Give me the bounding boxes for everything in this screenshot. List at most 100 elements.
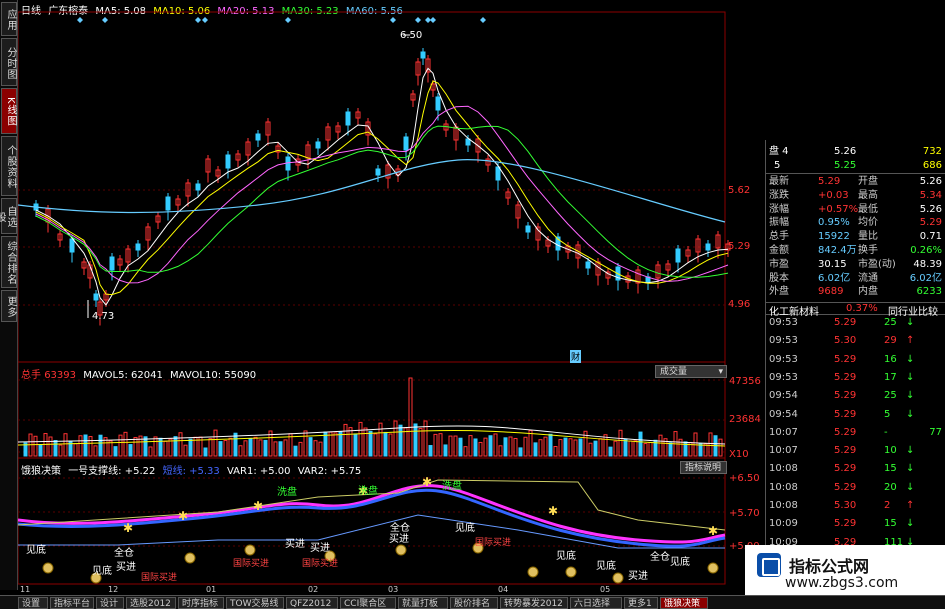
signal-maijin: 买进 — [116, 562, 136, 573]
volume-indicator-dropdown[interactable]: 成交量 ▾ — [655, 365, 727, 378]
month-tick: 04 — [498, 585, 509, 594]
signal-maijin: 买进 — [389, 534, 409, 545]
quote-value2: 0.71 — [919, 231, 942, 243]
tab-kline[interactable]: K线图 — [1, 88, 17, 134]
tab-app[interactable]: 应用 — [1, 2, 17, 36]
volume-bar — [718, 438, 723, 457]
volume-bar — [133, 436, 138, 457]
indicator-tab[interactable]: 设计 — [96, 597, 124, 609]
volume-bar — [483, 437, 488, 457]
volume-bar — [628, 440, 633, 457]
candle-body — [255, 133, 261, 141]
indicator-tab[interactable]: 转势暴发2012 — [500, 597, 568, 609]
indicator-tab[interactable]: 设置 — [18, 597, 48, 609]
volume-bar — [273, 441, 278, 457]
indicator-tab[interactable]: 就量打板 — [398, 597, 448, 609]
signal-guoji: 国际买进 — [302, 559, 339, 569]
finance-marker[interactable]: 财 — [570, 350, 582, 363]
arrow-down-icon: ↓ — [906, 481, 915, 493]
watermark-title: 指标公式网 — [789, 557, 870, 576]
indicator-tab[interactable]: 时序指标 — [178, 597, 224, 609]
candle-body — [109, 256, 115, 271]
volume-bar — [613, 440, 618, 457]
indicator-tab[interactable]: 六日选择 — [570, 597, 622, 609]
logo-icon — [757, 553, 781, 577]
tick-time: 10:07 — [769, 445, 798, 457]
volume-bar — [548, 433, 553, 457]
signal-maijin: 买进 — [628, 571, 648, 582]
kline-chart[interactable]: ✱✱✱✱✱✱✱ — [18, 0, 765, 595]
quote-label2: 内盘 — [858, 286, 878, 298]
tab-more[interactable]: 更多 — [1, 290, 17, 322]
quote-value2: 0.26% — [910, 245, 942, 256]
volume-bar — [38, 444, 43, 457]
volume-bar — [283, 439, 288, 457]
volume-bar — [63, 433, 68, 457]
industry-bar: 化工新材料 0.37% 同行业比较 — [766, 302, 945, 318]
signal-diamond-icon — [480, 17, 486, 23]
quote-label2: 开盘 — [858, 176, 878, 187]
candle-body — [225, 154, 231, 169]
support-line-label: 一号支撑线: +5.22 — [68, 466, 156, 477]
star-marker-icon: ✱ — [253, 499, 263, 513]
volume-bar — [708, 432, 713, 457]
indicator-tab[interactable]: TOW交易线 — [226, 597, 284, 609]
mavol10-label: MAVOL10: 55090 — [170, 370, 257, 381]
volume-bar — [298, 441, 303, 457]
indicator-header: 饿狼决策 一号支撑线: +5.22 短线: +5.33 VAR1: +5.00 … — [21, 462, 361, 477]
order-book-row: 5 5.25 686 — [774, 160, 942, 171]
signal-diamond-icon — [285, 17, 291, 23]
month-tick: 01 — [206, 585, 217, 594]
star-marker-icon: ✱ — [548, 504, 558, 518]
volume-bar — [463, 446, 468, 457]
signal-guoji: 国际买进 — [233, 559, 270, 569]
quote-value: +0.57% — [818, 203, 859, 215]
volume-bar — [68, 440, 73, 457]
volume-bar — [608, 446, 613, 457]
volume-bar — [358, 421, 363, 457]
tick-time: 09:53 — [769, 353, 798, 365]
indicator-tab[interactable]: 饿狼决策 — [660, 597, 708, 609]
bottom-indicator-tabs: 设置 指标平台 设计 选股2012 时序指标 TOW交易线 QFZ2012 CCI聚合区 就量打… — [0, 595, 945, 609]
industry-compare-link[interactable]: 同行业比较 — [888, 303, 938, 318]
volume-bar — [343, 423, 348, 457]
quote-value2: 48.39 — [913, 258, 942, 270]
short-line-label: 短线: +5.33 — [162, 466, 220, 477]
tick-time: 10:08 — [769, 500, 798, 511]
indicator-tab[interactable]: CCI聚合区 — [340, 597, 396, 609]
signal-maijin: 买进 — [285, 539, 305, 550]
tick-time: 09:53 — [769, 335, 798, 347]
volume-bar — [333, 432, 338, 457]
indicator-tab[interactable]: 更多1 — [624, 597, 658, 609]
quote-value: 30.15 — [818, 258, 847, 270]
indicator-explain-button[interactable]: 指标说明 — [680, 461, 727, 474]
signal-guoji: 国际买进 — [141, 573, 178, 583]
signal-quancang: 全仓 — [114, 548, 134, 559]
tab-watchlist[interactable]: 自选股 — [0, 198, 17, 234]
tick-price: 5.29 — [834, 353, 857, 365]
quote-label2: 换手 — [858, 245, 878, 256]
candle-body — [403, 136, 409, 151]
volume-bar — [203, 447, 208, 457]
indicator-tab[interactable]: 股价排名 — [450, 597, 498, 609]
ma20-line — [35, 105, 729, 284]
ind-tick-2: +5.70 — [729, 508, 760, 519]
volume-bar — [453, 435, 458, 457]
tab-intraday[interactable]: 分时图 — [1, 38, 17, 86]
indicator-tab[interactable]: 选股2012 — [126, 597, 176, 609]
volume-bar — [458, 437, 463, 457]
tab-stock-info[interactable]: 个股资料 — [1, 136, 17, 196]
price-tick-1: 5.62 — [728, 185, 751, 196]
quote-label: 金额 — [769, 245, 789, 256]
tick-volume: 15 — [884, 463, 897, 475]
indicator-tab[interactable]: 指标平台 — [50, 597, 94, 609]
tick-volume: 15 — [884, 518, 897, 530]
star-marker-icon: ✱ — [123, 521, 133, 535]
tab-ranking[interactable]: 综合排名 — [1, 236, 17, 288]
month-tick: 12 — [108, 585, 119, 594]
volume-bar — [118, 434, 123, 457]
volume-bar — [573, 439, 578, 457]
candle-body — [315, 141, 321, 149]
indicator-tab[interactable]: QFZ2012 — [286, 597, 338, 609]
volume-label: 总手 — [21, 370, 41, 381]
